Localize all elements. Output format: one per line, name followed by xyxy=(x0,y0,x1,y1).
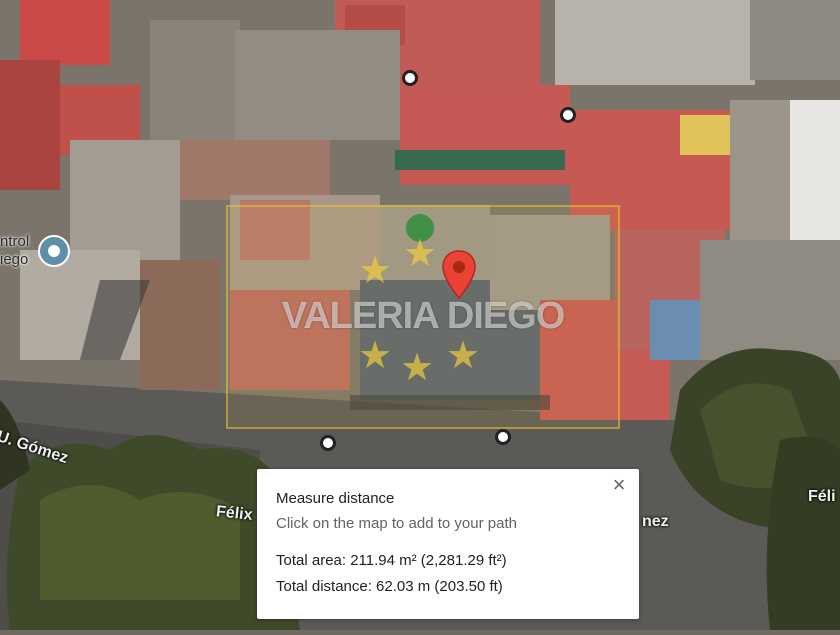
close-icon[interactable]: × xyxy=(607,473,631,497)
path-vertex-handle[interactable] xyxy=(320,435,336,451)
star-icon: ★ xyxy=(358,250,393,292)
poi-marker-icon[interactable] xyxy=(37,234,71,268)
path-vertex-handle[interactable] xyxy=(402,70,418,86)
path-vertex-handle[interactable] xyxy=(495,429,511,445)
star-icon: ★ xyxy=(446,335,481,377)
poi-label-line1: ntrol xyxy=(0,233,30,250)
star-icon: ★ xyxy=(403,233,438,275)
total-distance: Total distance: 62.03 m (203.50 ft) xyxy=(276,578,503,595)
watermark-logo: VALERIA DIEGO ★ ★ ★ ★ ★ xyxy=(226,205,620,429)
road-label: Féli xyxy=(808,488,836,505)
measure-distance-panel: Measure distance Click on the map to add… xyxy=(257,469,639,619)
location-pin-icon[interactable] xyxy=(441,250,477,300)
watermark-text: VALERIA DIEGO xyxy=(281,295,566,337)
star-icon: ★ xyxy=(358,335,393,377)
road-label: Félix xyxy=(215,503,254,524)
poi-label-line2: iego xyxy=(0,251,29,268)
road-label: nez xyxy=(642,513,669,530)
panel-hint: Click on the map to add to your path xyxy=(276,515,517,532)
poi-label[interactable]: ntrol iego xyxy=(0,233,29,269)
star-icon: ★ xyxy=(400,347,435,389)
total-area: Total area: 211.94 m² (2,281.29 ft²) xyxy=(276,552,507,569)
panel-title: Measure distance xyxy=(276,490,395,507)
path-vertex-handle[interactable] xyxy=(560,107,576,123)
